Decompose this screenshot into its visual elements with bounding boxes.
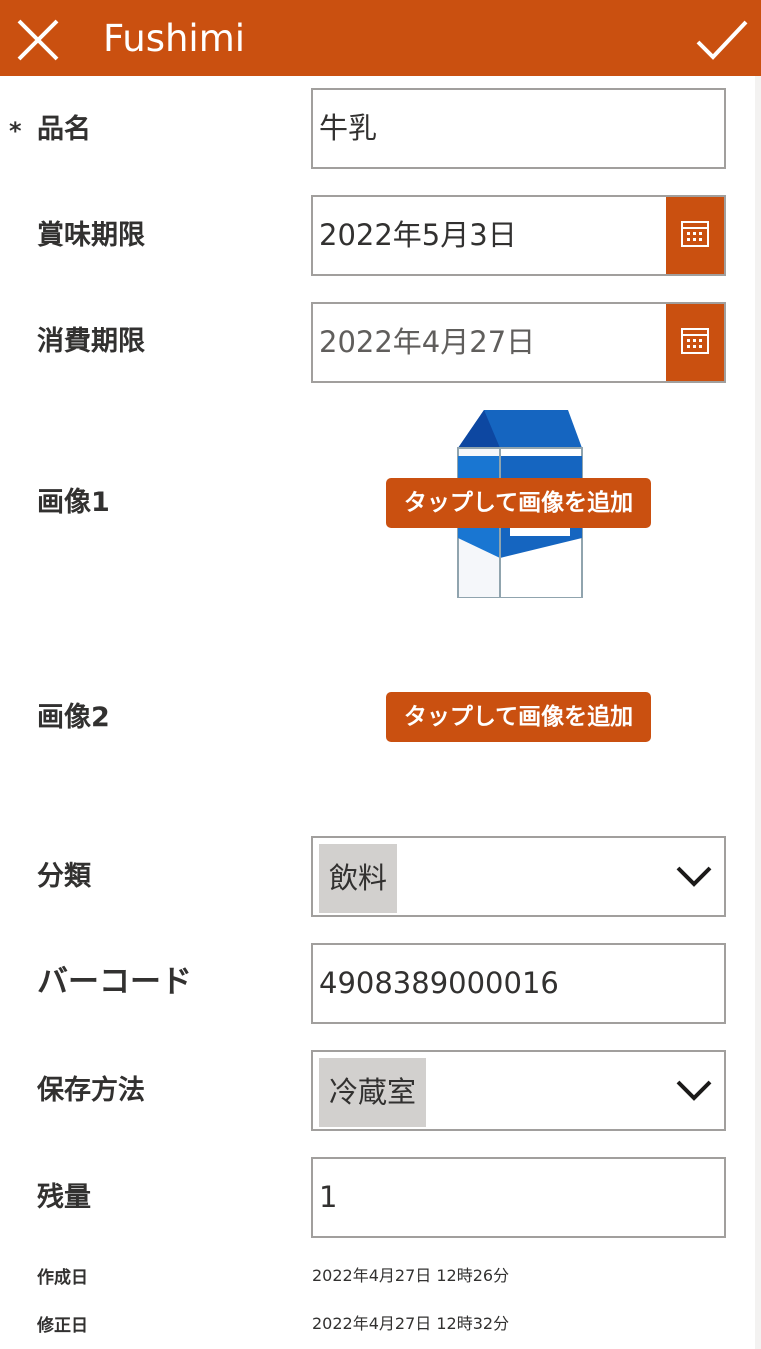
close-icon[interactable] xyxy=(16,18,60,62)
barcode-label: バーコード xyxy=(37,964,192,1000)
best-before-date-picker[interactable]: 2022年5月3日 xyxy=(311,195,726,276)
scrollbar[interactable] xyxy=(755,76,761,1349)
remaining-input[interactable]: 1 xyxy=(311,1157,726,1238)
use-by-value: 2022年4月27日 xyxy=(319,325,536,359)
checkmark-icon[interactable] xyxy=(696,18,748,62)
created-label: 作成日 xyxy=(37,1268,88,1288)
image1-label: 画像1 xyxy=(37,487,110,518)
add-image2-button[interactable]: タップして画像を追加 xyxy=(386,692,651,742)
use-by-date-picker[interactable]: 2022年4月27日 xyxy=(311,302,726,383)
chevron-down-icon[interactable] xyxy=(676,1076,712,1106)
category-dropdown[interactable]: 飲料 xyxy=(311,836,726,917)
storage-selected: 冷蔵室 xyxy=(319,1058,427,1127)
name-input[interactable]: 牛乳 xyxy=(311,88,726,169)
image2-label: 画像2 xyxy=(37,702,110,733)
required-marker: * xyxy=(9,117,22,145)
calendar-button[interactable] xyxy=(666,197,724,274)
name-value: 牛乳 xyxy=(319,111,378,145)
use-by-label: 消費期限 xyxy=(37,326,145,357)
name-label: 品名 xyxy=(37,114,91,145)
category-selected: 飲料 xyxy=(319,844,398,913)
calendar-icon xyxy=(681,328,709,354)
storage-dropdown[interactable]: 冷蔵室 xyxy=(311,1050,726,1131)
created-value: 2022年4月27日 12時26分 xyxy=(312,1266,510,1285)
best-before-value: 2022年5月3日 xyxy=(319,218,517,252)
chevron-down-icon[interactable] xyxy=(676,862,712,892)
app-header: Fushimi xyxy=(0,0,761,76)
remaining-label: 残量 xyxy=(37,1182,91,1213)
modified-label: 修正日 xyxy=(37,1316,88,1336)
category-label: 分類 xyxy=(37,861,91,892)
storage-label: 保存方法 xyxy=(37,1075,145,1106)
barcode-input[interactable]: 4908389000016 xyxy=(311,943,726,1024)
calendar-button[interactable] xyxy=(666,304,724,381)
remaining-value: 1 xyxy=(319,1180,338,1214)
barcode-value: 4908389000016 xyxy=(319,966,559,1000)
add-image1-button[interactable]: タップして画像を追加 xyxy=(386,478,651,528)
modified-value: 2022年4月27日 12時32分 xyxy=(312,1314,510,1333)
calendar-icon xyxy=(681,221,709,247)
app-title: Fushimi xyxy=(103,17,246,60)
best-before-label: 賞味期限 xyxy=(37,220,145,251)
